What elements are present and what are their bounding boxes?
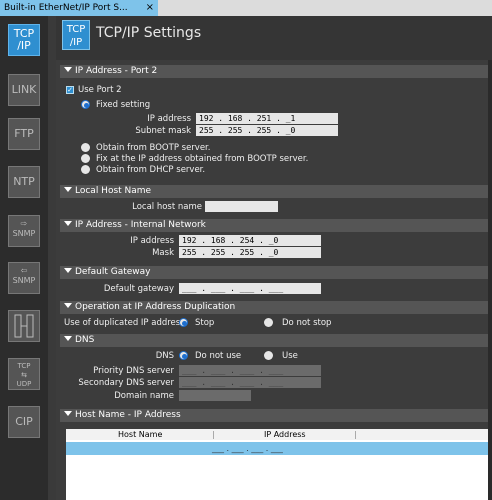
table-row[interactable]: ___ . ___ . ___ . ___ (66, 442, 492, 455)
stop-radio[interactable] (179, 318, 188, 327)
section-local-host[interactable]: Local Host Name (60, 185, 492, 198)
dns-not-use-label: Do not use (195, 351, 242, 361)
bootp-radio[interactable] (81, 143, 90, 152)
domain-name-field[interactable] (179, 390, 251, 401)
not-stop-radio[interactable] (264, 318, 273, 327)
dns-use-radio[interactable] (264, 351, 273, 360)
page-title: TCP/IP Settings (96, 25, 202, 41)
collapse-icon[interactable] (64, 303, 72, 308)
duplication-label: Use of duplicated IP address (64, 318, 185, 328)
tcpip-icon: TCP/IP (13, 27, 35, 52)
sidebar-item-ntp[interactable]: NTP (8, 166, 40, 198)
sidebar-item-cip[interactable]: CIP (8, 406, 40, 438)
cip-icon: CIP (15, 415, 33, 428)
dhcp-label: Obtain from DHCP server. (96, 165, 206, 175)
local-host-label: Local host name (132, 202, 202, 212)
gateway-label: Default gateway (103, 284, 174, 294)
snmp-receive-icon: ⇦ SNMP (12, 266, 36, 285)
fins-icon (14, 314, 34, 338)
section-title: Default Gateway (75, 267, 151, 277)
host-ip-table: Host Name | IP Address | ___ . ___ . ___… (66, 429, 492, 500)
page-header: TCP/IP TCP/IP Settings (56, 16, 492, 60)
section-internal-network[interactable]: IP Address - Internal Network (60, 219, 492, 232)
sidebar-item-snmp[interactable]: ⇨ SNMP (8, 215, 40, 247)
sidebar-item-tcp-udp[interactable]: TCP ⇆ UDP (8, 358, 40, 390)
local-host-field[interactable] (205, 201, 278, 212)
secondary-dns-label: Secondary DNS server (78, 378, 174, 388)
secondary-dns-field[interactable]: ___ . ___ . ___ . ___ (179, 377, 321, 388)
settings-panel: TCP/IP TCP/IP Settings IP Address - Port… (56, 16, 492, 500)
section-title: Host Name - IP Address (75, 410, 181, 420)
internal-mask-field[interactable]: 255 . 255 . 255 . _0 (179, 247, 321, 258)
collapse-icon[interactable] (64, 67, 72, 72)
section-title: Local Host Name (75, 186, 152, 196)
col-divider: | (212, 430, 215, 439)
section-title: IP Address - Internal Network (75, 220, 206, 230)
fixed-setting-label: Fixed setting (96, 100, 151, 110)
close-icon[interactable]: × (146, 0, 154, 16)
divider (48, 16, 56, 500)
section-title: IP Address - Port 2 (75, 66, 158, 76)
dhcp-radio[interactable] (81, 165, 90, 174)
use-port2-checkbox[interactable]: ✓ (66, 86, 74, 94)
fixed-setting-radio[interactable] (81, 100, 90, 109)
gateway-field[interactable]: ___ . ___ . ___ . ___ (179, 283, 321, 294)
bootp-label: Obtain from BOOTP server. (96, 143, 211, 153)
row-ip-value[interactable]: ___ . ___ . ___ . ___ (212, 442, 283, 455)
editor-tab[interactable]: Built-in EtherNet/IP Port S... × (0, 0, 158, 16)
dns-use-label: Use (282, 351, 298, 361)
col-divider: | (354, 430, 357, 439)
port2-ip-label: IP address (147, 114, 191, 124)
stop-label: Stop (195, 318, 215, 328)
bootp-fix-label: Fix at the IP address obtained from BOOT… (96, 154, 309, 164)
internal-ip-label: IP address (130, 236, 174, 246)
sidebar-item-link[interactable]: LINK (8, 74, 40, 106)
settings-sidebar: TCP/IP LINK FTP NTP ⇨ SNMP ⇦ SNMP TCP ⇆ UDP … (0, 16, 48, 500)
collapse-icon[interactable] (64, 336, 72, 341)
tcp-udp-icon: TCP ⇆ UDP (16, 362, 32, 388)
collapse-icon[interactable] (64, 411, 72, 416)
internal-ip-field[interactable]: 192 . 168 . 254 . _0 (179, 235, 321, 246)
priority-dns-label: Priority DNS server (93, 366, 174, 376)
use-port2-label: Use Port 2 (78, 85, 122, 95)
section-ip-duplication[interactable]: Operation at IP Address Duplication (60, 301, 492, 314)
table-header: Host Name | IP Address | (66, 429, 492, 440)
ftp-icon: FTP (14, 127, 34, 140)
tab-title: Built-in EtherNet/IP Port S... (4, 3, 128, 13)
not-stop-label: Do not stop (282, 318, 332, 328)
section-port2[interactable]: IP Address - Port 2 (60, 65, 492, 78)
dns-not-use-radio[interactable] (179, 351, 188, 360)
snmp-send-icon: ⇨ SNMP (12, 219, 36, 238)
tab-bar: Built-in EtherNet/IP Port S... × (0, 0, 492, 16)
collapse-icon[interactable] (64, 221, 72, 226)
section-host-table[interactable]: Host Name - IP Address (60, 409, 492, 422)
sidebar-item-ftp[interactable]: FTP (8, 118, 40, 150)
collapse-icon[interactable] (64, 268, 72, 273)
bootp-fix-radio[interactable] (81, 154, 90, 163)
link-icon: LINK (11, 83, 37, 96)
section-title: Operation at IP Address Duplication (75, 302, 236, 312)
priority-dns-field[interactable]: ___ . ___ . ___ . ___ (179, 365, 321, 376)
vertical-scrollbar[interactable] (488, 60, 492, 500)
col-host-name[interactable]: Host Name (118, 429, 162, 440)
section-default-gateway[interactable]: Default Gateway (60, 266, 492, 279)
col-ip-address[interactable]: IP Address (264, 429, 306, 440)
port2-mask-label: Subnet mask (135, 126, 191, 136)
section-title: DNS (75, 335, 95, 345)
domain-name-label: Domain name (114, 391, 174, 401)
collapse-icon[interactable] (64, 187, 72, 192)
section-dns[interactable]: DNS (60, 334, 492, 347)
port2-mask-field[interactable]: 255 . 255 . 255 . _0 (196, 125, 338, 136)
sidebar-item-tcpip[interactable]: TCP/IP (8, 24, 40, 56)
tcpip-logo-icon: TCP/IP (62, 20, 90, 50)
ntp-icon: NTP (13, 175, 35, 188)
internal-mask-label: Mask (152, 248, 174, 258)
sidebar-item-snmp-trap[interactable]: ⇦ SNMP (8, 262, 40, 294)
port2-ip-field[interactable]: 192 . 168 . 251 . _1 (196, 113, 338, 124)
dns-label: DNS (155, 351, 174, 361)
sidebar-item-fins[interactable] (8, 310, 40, 342)
